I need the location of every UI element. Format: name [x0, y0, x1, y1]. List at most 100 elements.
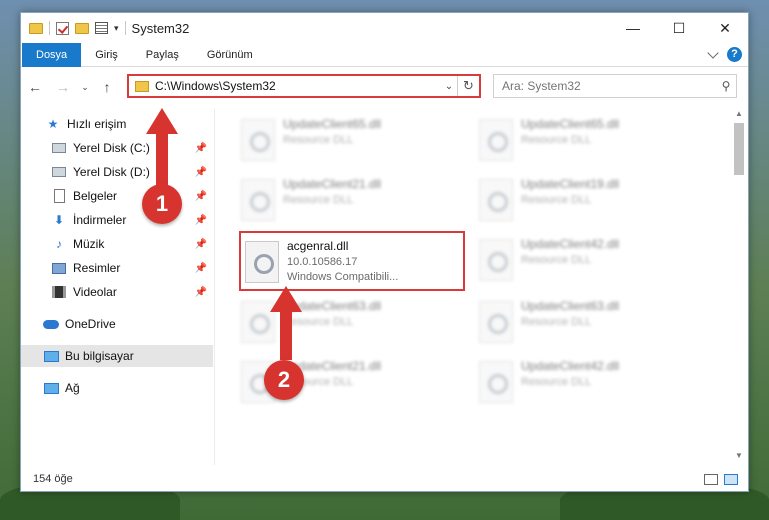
- tiles-view-icon[interactable]: [724, 473, 738, 485]
- quick-access-toolbar: ▾: [21, 21, 126, 35]
- scroll-up-icon[interactable]: ▲: [732, 109, 746, 123]
- tab-share[interactable]: Paylaş: [132, 43, 193, 67]
- file-tile[interactable]: UpdateClient21.dll Resource DLL: [237, 171, 463, 229]
- dll-file-icon: [479, 239, 513, 281]
- address-row: ← → ⌄ ↑ C:\Windows\System32 ⌄ ↻ ⚲: [21, 73, 748, 101]
- file-description: Resource DLL: [521, 316, 592, 328]
- sidebar-item-label: İndirmeler: [73, 213, 127, 227]
- pin-icon[interactable]: 📌: [195, 239, 207, 250]
- sidebar-item-label: Resimler: [73, 261, 121, 275]
- rename-icon[interactable]: [95, 22, 108, 34]
- dll-file-icon: [241, 119, 275, 161]
- documents-icon: [53, 189, 65, 203]
- up-button[interactable]: ↑: [93, 79, 121, 95]
- file-description: Resource DLL: [283, 316, 354, 328]
- minimize-button[interactable]: —: [610, 13, 656, 43]
- ribbon-right-controls: ?: [707, 46, 742, 62]
- window-title: System32: [131, 20, 190, 36]
- tab-file[interactable]: Dosya: [22, 42, 82, 67]
- drive-icon: [52, 143, 66, 153]
- pin-icon[interactable]: 📌: [195, 143, 207, 154]
- address-path[interactable]: C:\Windows\System32: [155, 79, 441, 93]
- ribbon-tabs: Dosya Giriş Paylaş Görünüm ?: [21, 42, 748, 67]
- dll-file-icon: [479, 361, 513, 403]
- pin-icon[interactable]: 📌: [195, 191, 207, 202]
- address-bar[interactable]: C:\Windows\System32 ⌄ ↻: [127, 74, 481, 98]
- pictures-icon: [52, 262, 66, 274]
- refresh-button[interactable]: ↻: [457, 76, 479, 96]
- file-tile[interactable]: UpdateClient63.dll Resource DLL: [475, 293, 701, 351]
- sidebar-item-local-disk-d[interactable]: Yerel Disk (D:) 📌: [21, 161, 213, 183]
- file-tile[interactable]: UpdateClient42.dll Resource DLL: [475, 231, 701, 289]
- file-name: UpdateClient65.dll: [521, 117, 620, 131]
- close-button[interactable]: ✕: [702, 13, 748, 43]
- step-2-badge: 2: [264, 360, 304, 400]
- sidebar-item-label: Bu bilgisayar: [65, 349, 134, 363]
- sidebar-item-quick-access[interactable]: ★ Hızlı erişim: [21, 113, 213, 135]
- file-tile[interactable]: UpdateClient65.dll Resource DLL: [475, 111, 701, 169]
- pin-icon[interactable]: 📌: [195, 215, 207, 226]
- sidebar-item-label: Ağ: [65, 381, 80, 395]
- title-bar: ▾ System32 — ☐ ✕: [21, 13, 748, 43]
- help-icon[interactable]: ?: [727, 47, 742, 62]
- sidebar-item-onedrive[interactable]: OneDrive: [21, 313, 213, 335]
- pin-icon[interactable]: 📌: [195, 287, 207, 298]
- sidebar-item-local-disk-c[interactable]: Yerel Disk (C:) 📌: [21, 137, 213, 159]
- dll-file-icon: [479, 179, 513, 221]
- recent-locations-button[interactable]: ⌄: [77, 82, 93, 93]
- sidebar-item-this-pc[interactable]: Bu bilgisayar: [21, 345, 213, 367]
- file-tile-acgenral[interactable]: acgenral.dll 10.0.10586.17 Windows Compa…: [239, 231, 465, 291]
- sidebar-item-label: Hızlı erişim: [67, 117, 127, 131]
- dll-file-icon: [245, 241, 279, 283]
- file-name: UpdateClient63.dll: [521, 299, 620, 313]
- arrow-1-head: [146, 108, 178, 134]
- network-icon: [43, 382, 59, 394]
- tab-home[interactable]: Giriş: [81, 43, 132, 67]
- file-tile[interactable]: UpdateClient65.dll Resource DLL: [237, 111, 463, 169]
- arrow-2-head: [270, 286, 302, 312]
- sidebar-item-network[interactable]: Ağ: [21, 377, 213, 399]
- sidebar-item-music[interactable]: ♪ Müzik 📌: [21, 233, 213, 255]
- file-name: UpdateClient21.dll: [283, 177, 382, 191]
- forward-button[interactable]: →: [49, 79, 77, 95]
- tab-view[interactable]: Görünüm: [193, 43, 267, 67]
- address-dropdown-chevron-icon[interactable]: ⌄: [441, 81, 457, 92]
- file-name: UpdateClient42.dll: [521, 237, 620, 251]
- file-description: Resource DLL: [283, 134, 354, 146]
- file-description: Resource DLL: [521, 254, 592, 266]
- file-description: Windows Compatibili...: [287, 271, 399, 283]
- sidebar-item-label: Belgeler: [73, 189, 118, 203]
- file-description: Resource DLL: [521, 194, 592, 206]
- computer-icon: [43, 350, 59, 362]
- sidebar-item-label: Müzik: [73, 237, 105, 251]
- sidebar-item-videos[interactable]: Videolar 📌: [21, 281, 213, 303]
- customize-toolbar-chevron-icon[interactable]: ▾: [114, 23, 119, 34]
- new-folder-icon[interactable]: [75, 22, 89, 34]
- sidebar-item-label: Yerel Disk (D:): [73, 165, 150, 179]
- pin-icon[interactable]: 📌: [195, 167, 207, 178]
- pin-icon[interactable]: 📌: [195, 263, 207, 274]
- scroll-thumb[interactable]: [734, 123, 744, 175]
- navigation-pane: ★ Hızlı erişim Yerel Disk (C:) 📌 Yerel D…: [21, 109, 215, 465]
- search-icon[interactable]: ⚲: [716, 79, 736, 93]
- sidebar-item-downloads[interactable]: ⬇ İndirmeler 📌: [21, 209, 213, 231]
- search-box[interactable]: ⚲: [493, 74, 737, 98]
- explorer-window: ▾ System32 — ☐ ✕ Dosya Giriş Paylaş Görü…: [20, 12, 749, 492]
- file-tile[interactable]: UpdateClient19.dll Resource DLL: [475, 171, 701, 229]
- vertical-scrollbar[interactable]: ▲ ▼: [732, 109, 746, 465]
- back-button[interactable]: ←: [21, 79, 49, 95]
- file-tile[interactable]: UpdateClient42.dll Resource DLL: [475, 353, 701, 411]
- arrow-1-shaft: [156, 132, 168, 190]
- status-bar: 154 öğe: [21, 467, 748, 491]
- sidebar-item-pictures[interactable]: Resimler 📌: [21, 257, 213, 279]
- properties-check-icon[interactable]: [56, 21, 69, 35]
- details-view-icon[interactable]: [704, 473, 718, 485]
- expand-ribbon-chevron-icon[interactable]: [707, 46, 719, 59]
- divider: [124, 21, 126, 35]
- maximize-button[interactable]: ☐: [656, 13, 702, 43]
- onedrive-cloud-icon: [43, 319, 59, 329]
- search-input[interactable]: [502, 79, 716, 93]
- videos-icon: [52, 286, 66, 298]
- scroll-down-icon[interactable]: ▼: [732, 451, 746, 465]
- sidebar-item-documents[interactable]: Belgeler 📌: [21, 185, 213, 207]
